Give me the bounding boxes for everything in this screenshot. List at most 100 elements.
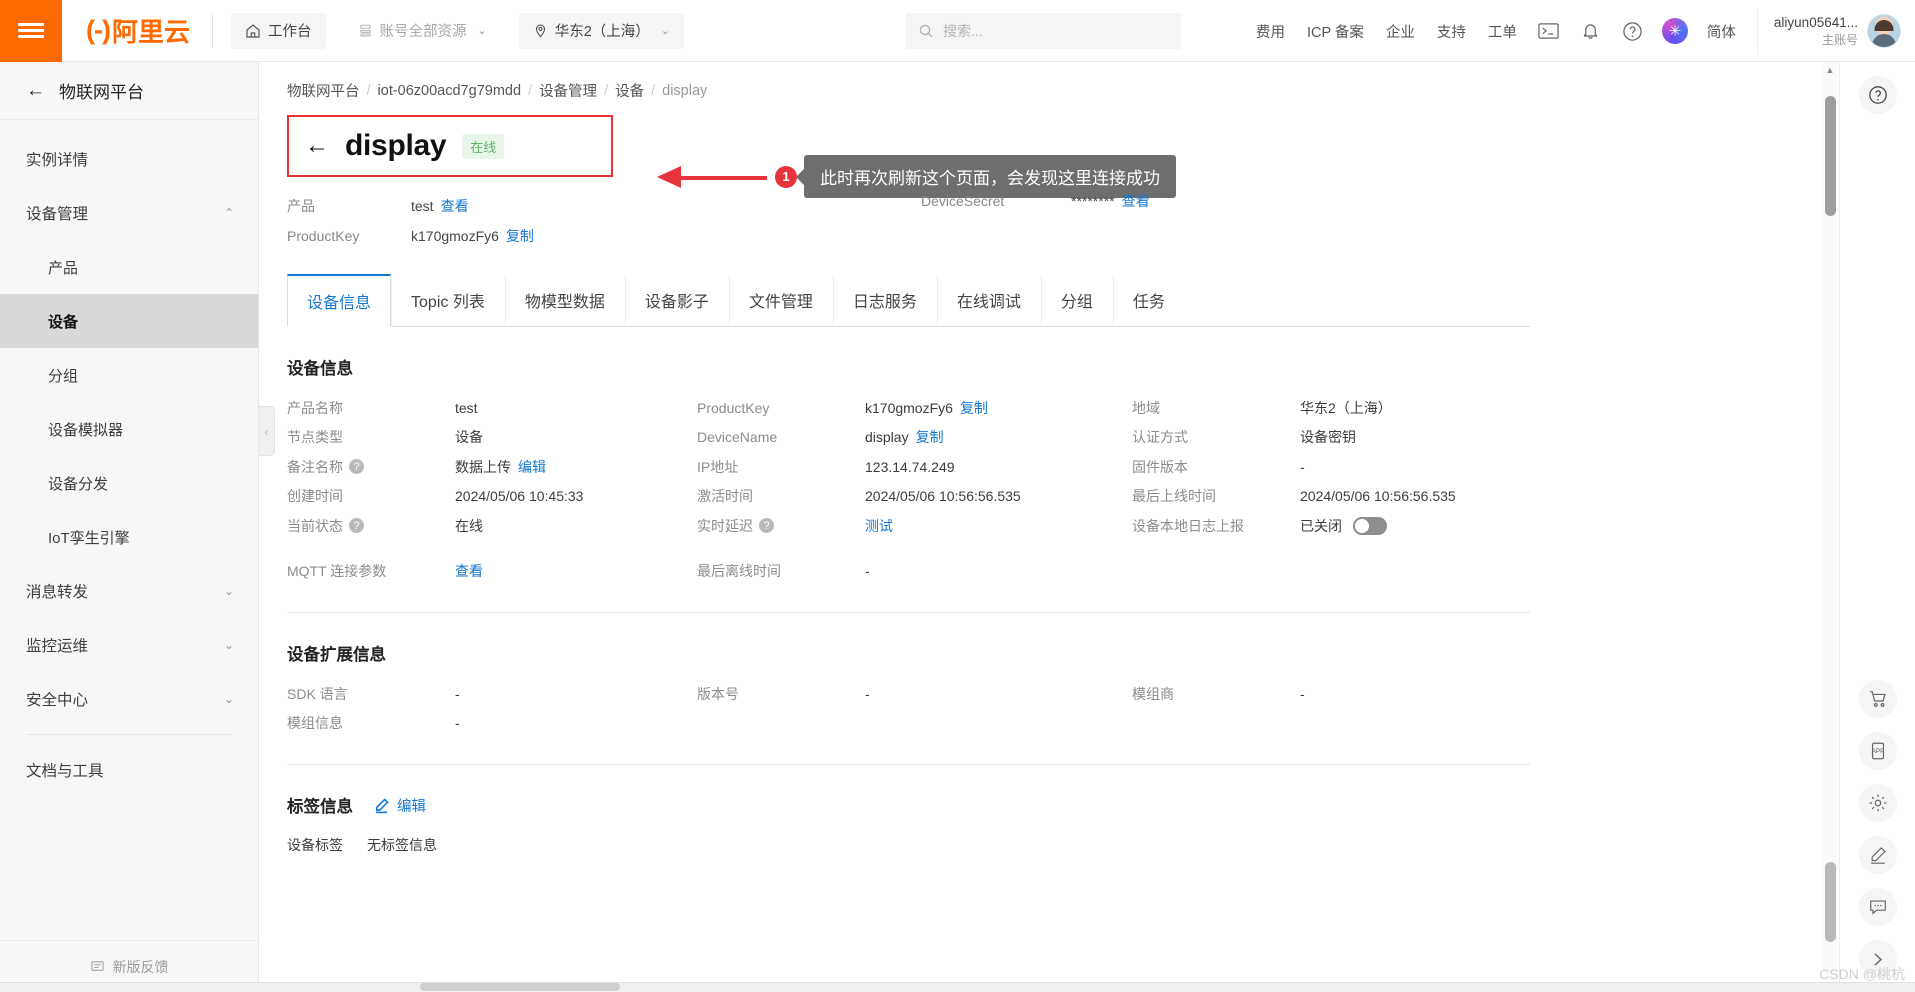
- nav-link-ticket[interactable]: 工单: [1477, 21, 1528, 42]
- tab-online-debug[interactable]: 在线调试: [936, 274, 1041, 327]
- info-key: 节点类型: [287, 429, 343, 446]
- sidebar-item-label: IoT孪生引擎: [48, 529, 130, 547]
- search-input[interactable]: [943, 23, 1169, 39]
- sidebar-item-device-distribution[interactable]: 设备分发: [0, 456, 258, 510]
- info-key: 认证方式: [1132, 429, 1188, 446]
- cart-icon[interactable]: [1858, 680, 1897, 718]
- tab-tsl-data[interactable]: 物模型数据: [504, 274, 625, 327]
- horizontal-scrollbar-track[interactable]: [0, 982, 1915, 992]
- sidebar-group-monitoring[interactable]: 监控运维 ⌄: [0, 618, 258, 672]
- brand-logo[interactable]: (-) 阿里云: [62, 0, 212, 62]
- sidebar-item-label: 监控运维: [26, 638, 89, 655]
- sidebar-item-label: 安全中心: [26, 692, 89, 709]
- workbench-button[interactable]: 工作台: [231, 12, 326, 49]
- help-icon[interactable]: ?: [349, 459, 364, 475]
- bell-icon[interactable]: [1574, 14, 1608, 48]
- avatar[interactable]: [1867, 14, 1901, 48]
- nav-link-icp[interactable]: ICP 备案: [1296, 21, 1375, 42]
- sidebar-title: 物联网平台: [59, 83, 144, 102]
- info-value: display: [865, 429, 909, 446]
- global-search[interactable]: [906, 13, 1181, 49]
- device-info-grid: 产品名称 test 节点类型 设备 备注名称 ? 数据上传 编辑 创建时间 20…: [287, 393, 1530, 586]
- info-row-version: 版本号 -: [697, 679, 1132, 709]
- tab-device-shadow[interactable]: 设备影子: [624, 274, 729, 327]
- ai-assistant-icon[interactable]: ✳: [1658, 14, 1692, 48]
- tab-topic-list[interactable]: Topic 列表: [391, 274, 505, 327]
- app-icon[interactable]: APP: [1858, 732, 1897, 770]
- local-log-toggle[interactable]: [1353, 516, 1387, 535]
- page-root: (-) 阿里云 工作台 账号全部资源 ⌄ 华东2（上海） ⌄ 搜索... 费用 …: [0, 0, 1915, 992]
- horizontal-scrollbar-thumb[interactable]: [420, 983, 620, 991]
- sidebar-item-device[interactable]: 设备: [0, 294, 258, 348]
- page-scrollbar-thumb[interactable]: [1825, 96, 1836, 216]
- chat-icon[interactable]: [1858, 888, 1897, 926]
- terminal-icon[interactable]: [1532, 14, 1566, 48]
- region-selector[interactable]: 华东2（上海） ⌄: [518, 12, 685, 49]
- breadcrumb-item-4: display: [662, 82, 708, 99]
- info-row-activation-time: 激活时间 2024/05/06 10:56:56.535: [697, 482, 1132, 512]
- info-key-text: 当前状态: [287, 517, 343, 534]
- breadcrumb-item-0[interactable]: 物联网平台: [287, 80, 360, 101]
- devicename-copy-link[interactable]: 复制: [916, 427, 944, 447]
- pencil-icon[interactable]: [1858, 836, 1897, 874]
- summary-product-label: 产品: [287, 198, 315, 214]
- help-icon[interactable]: ?: [349, 518, 364, 534]
- tab-task[interactable]: 任务: [1112, 274, 1185, 327]
- sidebar-group-security-center[interactable]: 安全中心 ⌄: [0, 672, 258, 726]
- sidebar-item-product[interactable]: 产品: [0, 240, 258, 294]
- tab-file-management[interactable]: 文件管理: [728, 274, 833, 327]
- tab-device-info[interactable]: 设备信息: [287, 274, 392, 327]
- summary-row-devicesecret: DeviceSecret ******** 查看: [921, 191, 1150, 211]
- info-row-module-info: 模组信息 -: [287, 709, 697, 739]
- tab-group[interactable]: 分组: [1040, 274, 1113, 327]
- search-icon: [918, 23, 934, 39]
- breadcrumb-item-1[interactable]: iot-06z00acd7g79mdd: [378, 83, 522, 99]
- hamburger-icon[interactable]: [0, 0, 62, 62]
- scroll-up-arrow-icon[interactable]: ▲: [1823, 62, 1837, 78]
- mqtt-view-link[interactable]: 查看: [455, 561, 483, 581]
- gear-icon[interactable]: [1858, 784, 1897, 822]
- nav-link-enterprise[interactable]: 企业: [1375, 21, 1426, 42]
- breadcrumb-item-3[interactable]: 设备: [615, 80, 644, 101]
- info-value: -: [1300, 685, 1305, 702]
- info-key: MQTT 连接参数: [287, 563, 387, 580]
- nav-link-support[interactable]: 支持: [1426, 21, 1477, 42]
- sidebar-group-message-forwarding[interactable]: 消息转发 ⌄: [0, 564, 258, 618]
- sidebar-item-device-simulator[interactable]: 设备模拟器: [0, 402, 258, 456]
- back-arrow-icon[interactable]: ←: [305, 134, 329, 158]
- language-switch[interactable]: 简体: [1696, 21, 1747, 42]
- nickname-edit-link[interactable]: 编辑: [518, 457, 546, 477]
- summary-product-view-link[interactable]: 查看: [441, 196, 469, 216]
- summary-devicesecret-label: DeviceSecret: [921, 193, 1005, 209]
- sidebar-group-device-management[interactable]: 设备管理 ⌃: [0, 186, 258, 240]
- info-key: 固件版本: [1132, 458, 1188, 475]
- sidebar-item-label: 设备管理: [26, 206, 89, 223]
- resources-selector[interactable]: 账号全部资源 ⌄: [344, 13, 501, 49]
- sidebar-back-header[interactable]: ← 物联网平台: [0, 62, 258, 120]
- account-menu[interactable]: aliyun05641... 主账号: [1756, 8, 1915, 54]
- nav-link-fee[interactable]: 费用: [1245, 21, 1296, 42]
- page-scrollbar-thumb-secondary[interactable]: [1825, 862, 1836, 942]
- productkey-copy-link[interactable]: 复制: [960, 398, 988, 418]
- info-value: 设备密钥: [1300, 429, 1356, 446]
- sidebar-item-instance-detail[interactable]: 实例详情: [0, 132, 258, 186]
- tag-edit-button[interactable]: 编辑: [373, 795, 426, 816]
- tab-log-service[interactable]: 日志服务: [832, 274, 937, 327]
- sidebar-item-group[interactable]: 分组: [0, 348, 258, 402]
- feedback-icon: [90, 959, 105, 974]
- info-key: 模组商: [1132, 685, 1174, 702]
- summary-productkey-copy-link[interactable]: 复制: [506, 226, 534, 246]
- summary-row-productkey: ProductKey k170gmozFy6 复制: [287, 221, 1527, 251]
- sidebar-item-docs-tools[interactable]: 文档与工具: [0, 743, 258, 797]
- sidebar-collapse-handle[interactable]: ‹: [259, 406, 275, 456]
- summary-devicesecret-view-link[interactable]: 查看: [1122, 191, 1150, 211]
- sidebar-item-label: 文档与工具: [26, 763, 104, 780]
- latency-test-link[interactable]: 测试: [865, 516, 893, 536]
- help-icon[interactable]: ?: [759, 518, 774, 534]
- info-row-product-name: 产品名称 test: [287, 393, 697, 423]
- sidebar-item-iot-twin-engine[interactable]: IoT孪生引擎: [0, 510, 258, 564]
- help-icon[interactable]: [1858, 76, 1897, 114]
- help-icon[interactable]: [1616, 14, 1650, 48]
- breadcrumb-item-2[interactable]: 设备管理: [539, 80, 597, 101]
- info-row-auth-method: 认证方式 设备密钥: [1132, 423, 1532, 453]
